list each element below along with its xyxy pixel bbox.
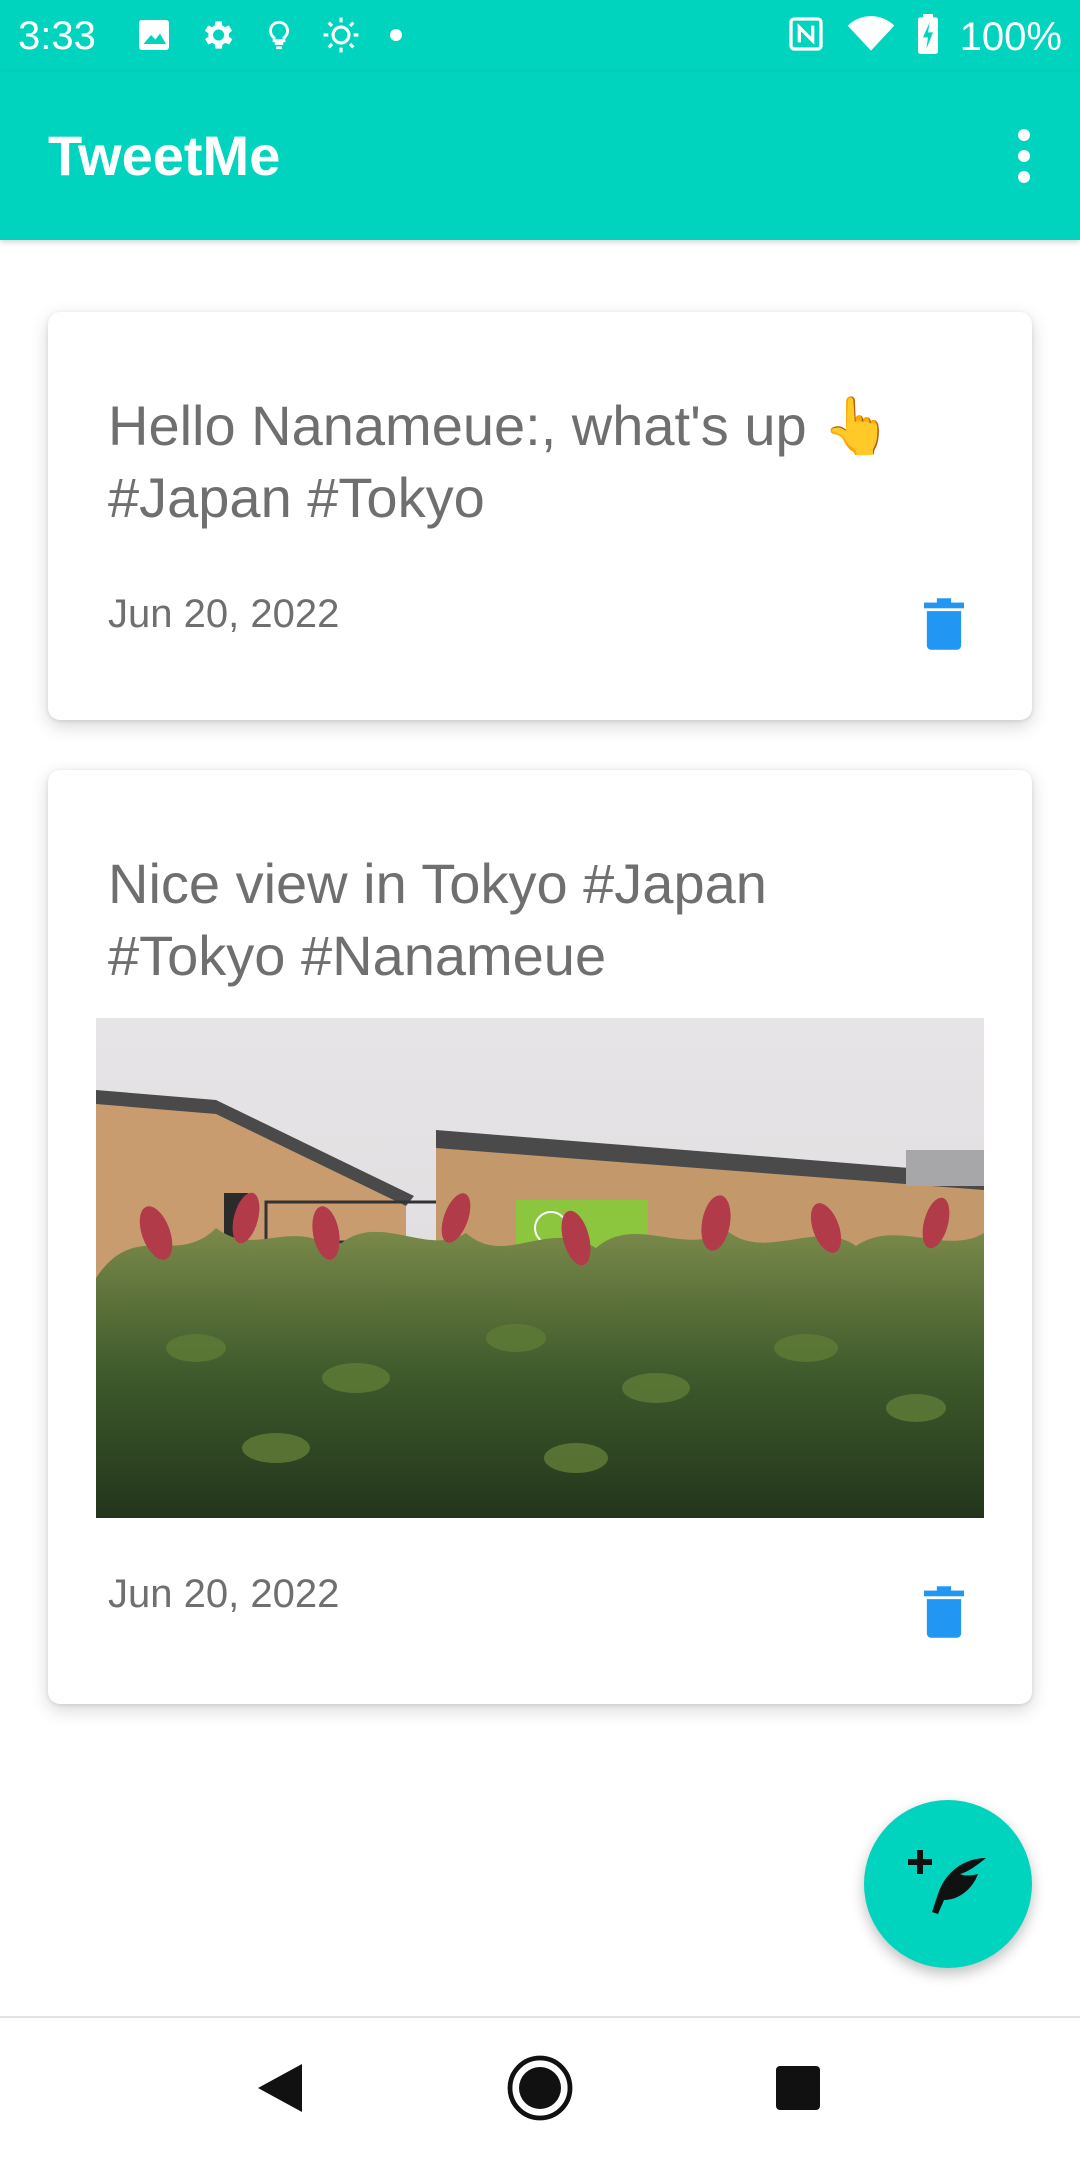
gear-icon <box>198 16 236 54</box>
status-bar: 3:33 100% <box>0 0 1080 72</box>
brightness-icon <box>322 16 360 54</box>
battery-charging-icon <box>916 14 940 59</box>
dot-icon <box>386 17 406 53</box>
tweet-photo[interactable] <box>96 1018 984 1518</box>
nav-home-button[interactable] <box>498 2048 582 2132</box>
tweet-card[interactable]: Nice view in Tokyo #Japan #Tokyo #Naname… <box>48 770 1032 1704</box>
navigation-bar <box>0 2016 1080 2162</box>
tweet-text: Hello Nanameue:, what's up 👆 #Japan #Tok… <box>108 394 892 529</box>
delete-button[interactable] <box>916 594 972 658</box>
nfc-icon <box>786 14 826 59</box>
tweet-text: Nice view in Tokyo #Japan #Tokyo #Naname… <box>108 852 767 987</box>
add-feather-icon <box>906 1846 990 1923</box>
trash-icon <box>924 597 964 655</box>
status-left-icons <box>136 16 406 54</box>
trash-icon <box>924 1585 964 1643</box>
new-tweet-button[interactable] <box>864 1800 1032 1968</box>
nav-recents-button[interactable] <box>756 2048 840 2132</box>
battery-percent: 100% <box>959 14 1062 59</box>
status-right-icons: 100% <box>786 14 1062 59</box>
app-title: TweetMe <box>48 124 281 187</box>
lightbulb-icon <box>262 16 296 54</box>
recents-icon <box>774 2064 822 2117</box>
wifi-icon <box>846 14 896 59</box>
image-icon <box>136 17 172 53</box>
home-icon <box>506 2054 574 2127</box>
more-options-button[interactable] <box>992 116 1056 196</box>
tweet-card[interactable]: Hello Nanameue:, what's up 👆 #Japan #Tok… <box>48 312 1032 720</box>
tweet-date: Jun 20, 2022 <box>108 592 340 636</box>
more-vert-icon <box>1018 129 1030 183</box>
nav-back-button[interactable] <box>238 2048 322 2132</box>
app-bar: TweetMe <box>0 72 1080 240</box>
tweet-date: Jun 20, 2022 <box>108 1572 340 1616</box>
back-icon <box>254 2060 306 2121</box>
delete-button[interactable] <box>916 1582 972 1646</box>
status-time: 3:33 <box>18 14 96 58</box>
